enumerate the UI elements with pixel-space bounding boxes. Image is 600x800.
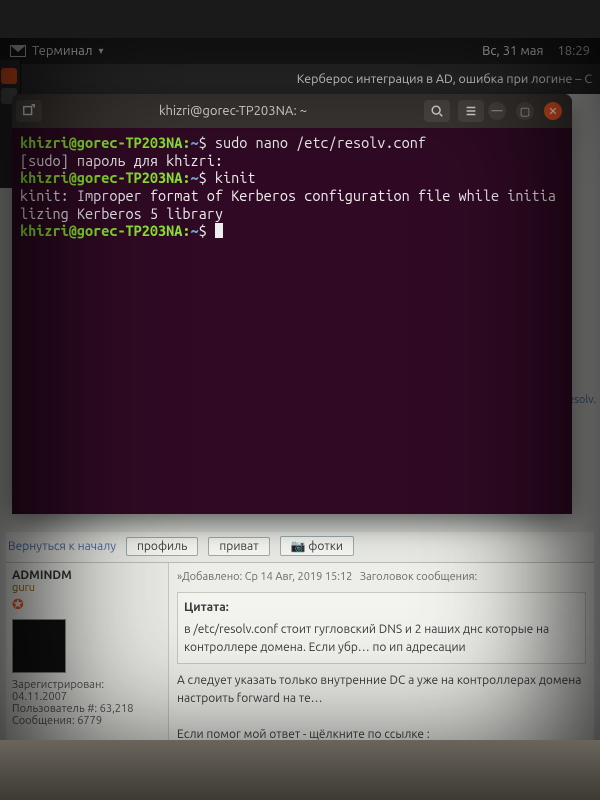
terminal-search-button[interactable] (424, 100, 450, 122)
quote-text: в /etc/resolv.conf стоит гугловский DNS … (184, 621, 579, 657)
photo-bottom-border (0, 740, 600, 800)
author-reg-line: Зарегистрирован:04.11.2007 (12, 679, 162, 703)
new-tab-button[interactable] (16, 100, 42, 122)
avatar[interactable] (12, 619, 66, 673)
topbar-date[interactable]: Вс, 31 мая (482, 44, 543, 58)
plus-tab-icon (22, 104, 36, 118)
browser-tab-strip[interactable]: Керберос интеграция в AD, ошибка при лог… (0, 64, 600, 94)
terminal-cmd-2: kinit (215, 169, 256, 186)
window-minimize-button[interactable]: ― (488, 102, 506, 120)
quote-header: Цитата: (184, 599, 579, 617)
window-close-button[interactable]: ✕ (544, 102, 562, 120)
post-meta: »Добавлено: Ср 14 Авг, 2019 15:12 Заголо… (177, 569, 586, 586)
active-app-menu[interactable]: Терминал ▾ (10, 44, 104, 58)
photo-top-border (0, 0, 600, 38)
author-msg-line: Сообщения: 6779 (12, 715, 162, 727)
hamburger-icon (464, 104, 478, 118)
window-maximize-button[interactable]: ▢ (516, 102, 534, 120)
back-to-top-link[interactable]: Вернуться к началу (8, 540, 116, 553)
prompt-user: khizri@gorec-TP203NA (20, 134, 182, 151)
quote-block: Цитата: в /etc/resolv.conf стоит гугловс… (177, 592, 586, 664)
active-app-label: Терминал (32, 44, 92, 58)
topbar-time[interactable]: 18:29 (557, 44, 590, 58)
terminal-titlebar[interactable]: khizri@gorec-TP203NA: ~ ― ▢ ✕ (12, 94, 572, 128)
profile-button[interactable]: профиль (126, 537, 198, 556)
prompt-path: ~ (191, 134, 199, 151)
author-badge-icon: ✪ (12, 596, 162, 613)
dock-firefox-icon[interactable] (1, 68, 17, 84)
terminal-error-line: kinit: Improper format of Kerberos confi… (20, 187, 556, 222)
pm-button[interactable]: приват (208, 537, 269, 556)
terminal-menu-button[interactable] (458, 100, 484, 122)
terminal-title: khizri@gorec-TP203NA: ~ (46, 104, 420, 118)
terminal-body[interactable]: khizri@gorec-TP203NA:~$ sudo nano /etc/r… (12, 128, 572, 514)
author-id-line: Пользователь #: 63,218 (12, 703, 162, 715)
chevron-down-icon: ▾ (98, 45, 103, 57)
terminal-cmd-1: sudo nano /etc/resolv.conf (215, 134, 426, 151)
photos-button[interactable]: 📷 фотки (280, 536, 354, 556)
search-icon (430, 104, 444, 118)
post-actions-row: Вернуться к началу профиль приват 📷 фотк… (6, 532, 594, 563)
post-author-name[interactable]: ADMINDM (12, 569, 162, 582)
terminal-window[interactable]: khizri@gorec-TP203NA: ~ ― ▢ ✕ khizri@gor… (12, 94, 572, 514)
post-text-line: А следует указать только внутренние DC а… (177, 672, 586, 708)
browser-tab-title: Керберос интеграция в AD, ошибка при лог… (297, 72, 592, 86)
terminal-cursor (215, 223, 223, 238)
post-author-rank: guru (12, 582, 35, 594)
gnome-top-bar: Терминал ▾ Вс, 31 мая 18:29 (0, 38, 600, 64)
terminal-sudo-line: [sudo] пароль для khizri: (20, 152, 223, 169)
terminal-app-icon (10, 45, 26, 57)
